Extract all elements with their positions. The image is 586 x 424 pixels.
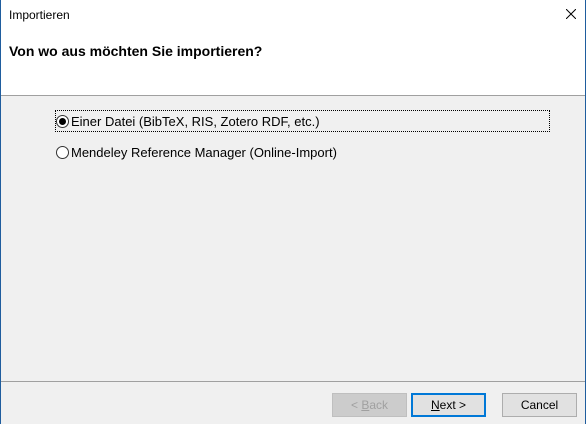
back-button[interactable]: < Back bbox=[332, 393, 407, 417]
radio-file-import[interactable] bbox=[56, 114, 69, 128]
back-button-rest: ack bbox=[369, 398, 389, 412]
option-file-import-label: Einer Datei (BibTeX, RIS, Zotero RDF, et… bbox=[71, 113, 320, 129]
footer-divider bbox=[1, 381, 585, 382]
radio-mendeley-import[interactable] bbox=[56, 145, 69, 159]
option-file-import[interactable]: Einer Datei (BibTeX, RIS, Zotero RDF, et… bbox=[55, 110, 550, 132]
next-button-accel: N bbox=[430, 398, 440, 412]
window-title: Importieren bbox=[9, 8, 70, 22]
wizard-header bbox=[1, 28, 585, 95]
close-button[interactable] bbox=[557, 0, 585, 28]
back-button-prefix: < bbox=[350, 398, 362, 412]
option-mendeley-import[interactable]: Mendeley Reference Manager (Online-Impor… bbox=[56, 142, 343, 162]
page-heading: Von wo aus möchten Sie importieren? bbox=[9, 43, 263, 59]
option-mendeley-import-label: Mendeley Reference Manager (Online-Impor… bbox=[71, 144, 337, 160]
next-button-rest: ext > bbox=[439, 398, 467, 412]
wizard-content: Einer Datei (BibTeX, RIS, Zotero RDF, et… bbox=[1, 96, 585, 424]
cancel-button[interactable]: Cancel bbox=[502, 393, 577, 417]
back-button-accel: B bbox=[361, 398, 370, 412]
close-icon bbox=[566, 9, 576, 19]
next-button[interactable]: Next > bbox=[411, 393, 486, 417]
import-dialog: Importieren Von wo aus möchten Sie impor… bbox=[0, 0, 586, 424]
title-bar: Importieren bbox=[1, 0, 585, 28]
